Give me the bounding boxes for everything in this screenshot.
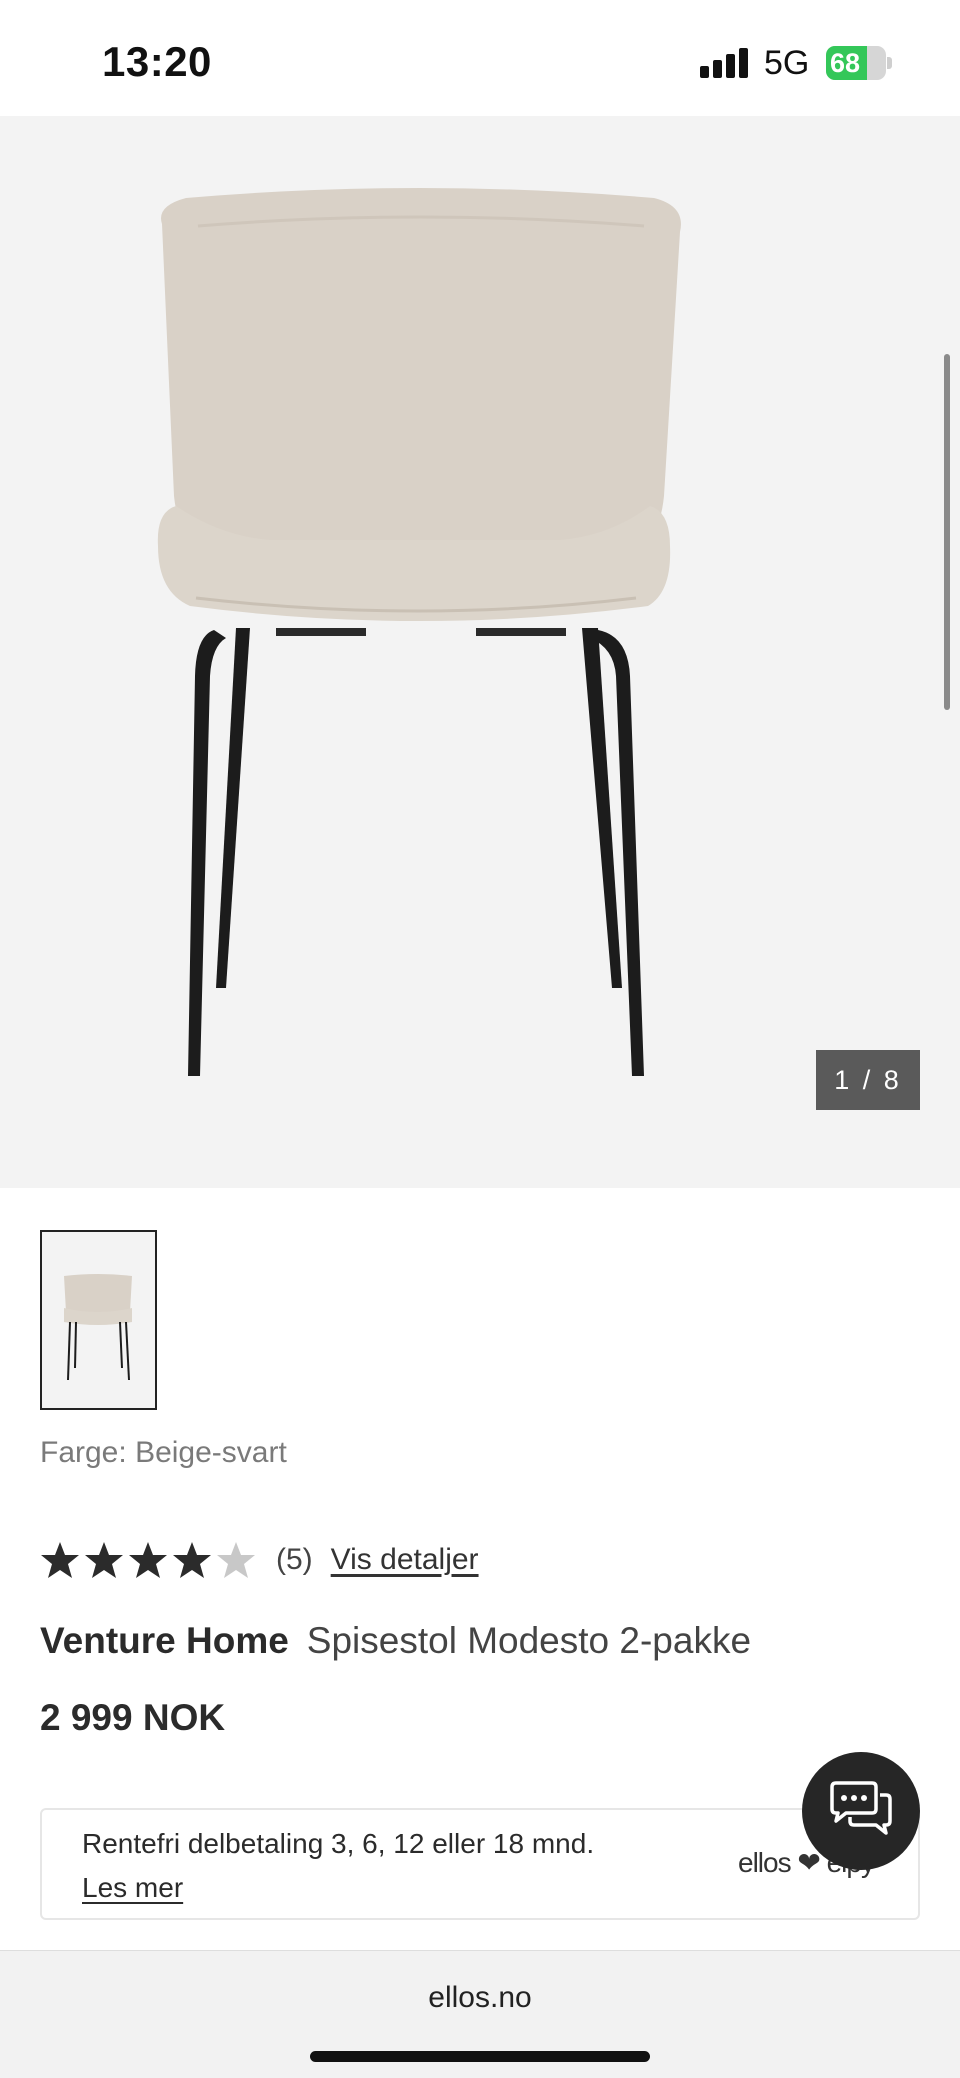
cellular-signal-icon xyxy=(700,48,752,78)
product-image-chair xyxy=(157,188,681,1076)
rating-row: (5) Vis detaljer xyxy=(40,1536,479,1584)
thumbnail-chair-image xyxy=(64,1274,132,1381)
url-address[interactable]: ellos.no xyxy=(0,1981,960,2015)
gallery-thumbnail-1[interactable] xyxy=(40,1230,157,1410)
financing-text: Rentefri delbetaling 3, 6, 12 eller 18 m… xyxy=(82,1828,595,1859)
color-value: Beige-svart xyxy=(135,1436,287,1469)
home-indicator[interactable] xyxy=(310,2051,650,2062)
chat-bubbles-icon xyxy=(830,1781,892,1835)
brand-name[interactable]: Venture Home xyxy=(40,1620,289,1661)
status-bar: 13:20 5G 68 xyxy=(0,0,960,116)
star-filled-icon xyxy=(85,1542,123,1578)
gallery-scroll-indicator[interactable] xyxy=(944,354,950,710)
review-count: (5) xyxy=(276,1543,313,1576)
image-counter: 1 / 8 xyxy=(816,1050,920,1110)
product-price: 2 999 NOK xyxy=(40,1697,226,1738)
product-image-gallery[interactable] xyxy=(0,116,960,1188)
star-empty-icon xyxy=(217,1542,255,1578)
color-info: Farge: Beige-svart xyxy=(40,1436,287,1470)
browser-bottom-bar: ellos.no xyxy=(0,1950,960,2078)
star-filled-icon xyxy=(173,1542,211,1578)
rating-stars xyxy=(40,1540,256,1580)
battery-percent: 68 xyxy=(830,48,861,78)
read-more-link[interactable]: Les mer xyxy=(82,1872,183,1904)
color-label: Farge: xyxy=(40,1436,127,1469)
view-details-link[interactable]: Vis detaljer xyxy=(331,1543,479,1577)
financing-banner: Rentefri delbetaling 3, 6, 12 eller 18 m… xyxy=(40,1808,920,1920)
battery-icon: 68 xyxy=(826,46,892,80)
product-name: Spisestol Modesto 2-pakke xyxy=(306,1620,752,1661)
star-filled-icon xyxy=(129,1542,167,1578)
chat-button[interactable] xyxy=(802,1752,920,1870)
star-filled-icon xyxy=(41,1542,79,1578)
status-time: 13:20 xyxy=(102,38,212,85)
network-type: 5G xyxy=(764,44,810,82)
product-title: Venture Home Spisestol Modesto 2-pakke xyxy=(40,1620,751,1662)
